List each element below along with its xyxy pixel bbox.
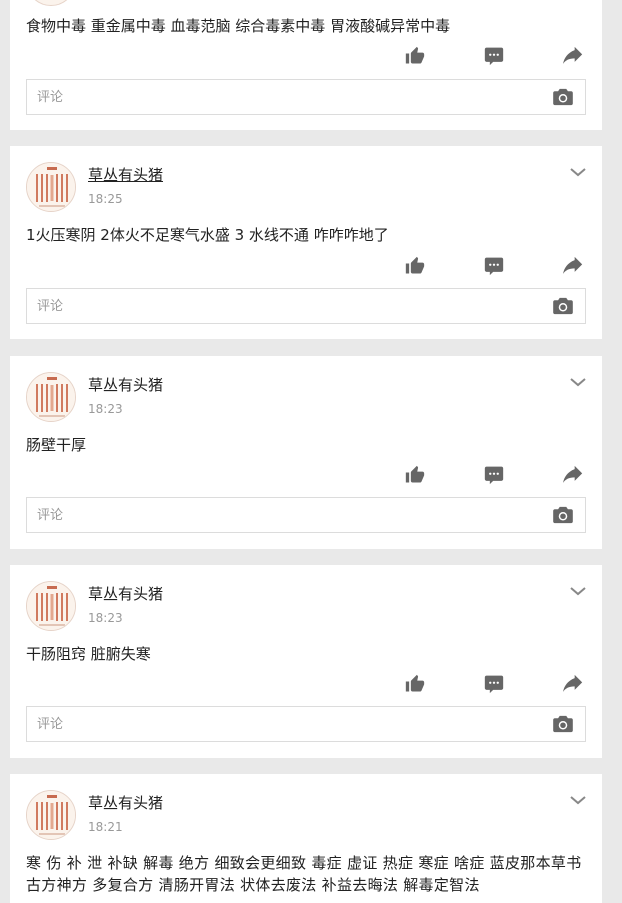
author-name[interactable]: 草丛有头猪 <box>88 375 163 395</box>
comment-button[interactable] <box>481 463 507 487</box>
share-button[interactable] <box>560 672 586 696</box>
like-button[interactable] <box>402 44 428 68</box>
share-button[interactable] <box>560 463 586 487</box>
chevron-down-icon[interactable] <box>568 584 588 598</box>
post-time: 18:21 <box>88 820 123 834</box>
avatar[interactable] <box>26 790 76 840</box>
comment-bubble-icon <box>484 675 504 694</box>
avatar[interactable] <box>26 162 76 212</box>
avatar[interactable] <box>26 0 76 6</box>
thumbs-up-icon <box>405 46 425 64</box>
comment-button[interactable] <box>481 254 507 278</box>
post-card: 草丛有头猪 18:23 干肠阻窍 脏腑失寒 <box>10 565 602 758</box>
author-name[interactable]: 草丛有头猪 <box>88 165 163 185</box>
post-text: 食物中毒 重金属中毒 血毒范脑 综合毒素中毒 胃液酸碱异常中毒 <box>26 17 451 35</box>
post-text: 肠壁干厚 <box>26 436 87 454</box>
like-button[interactable] <box>402 672 428 696</box>
post-time: 18:23 <box>88 402 123 416</box>
post-card: 草丛有头猪 18:25 1火压寒阴 2体火不足寒气水盛 3 水线不通 咋咋咋地了 <box>10 146 602 339</box>
post-time: 18:23 <box>88 611 123 625</box>
post-card: 食物中毒 重金属中毒 血毒范脑 综合毒素中毒 胃液酸碱异常中毒 <box>10 0 602 130</box>
camera-icon[interactable] <box>553 506 573 524</box>
camera-icon[interactable] <box>553 715 573 733</box>
post-card: 草丛有头猪 18:21 寒 伤 补 泄 补缺 解毒 绝方 细致会更细致 毒症 虚… <box>10 774 602 903</box>
comment-button[interactable] <box>481 44 507 68</box>
author-name[interactable]: 草丛有头猪 <box>88 793 163 813</box>
share-button[interactable] <box>560 254 586 278</box>
share-button[interactable] <box>560 44 586 68</box>
chevron-down-icon[interactable] <box>568 375 588 389</box>
share-arrow-icon <box>563 674 583 692</box>
comment-box <box>26 497 586 533</box>
post-feed: 食物中毒 重金属中毒 血毒范脑 综合毒素中毒 胃液酸碱异常中毒 评论 草丛有头猪… <box>0 0 622 903</box>
post-time: 18:25 <box>88 192 123 206</box>
share-arrow-icon <box>563 256 583 274</box>
thumbs-up-icon <box>405 674 425 692</box>
comment-box <box>26 79 586 115</box>
like-button[interactable] <box>402 254 428 278</box>
comment-input[interactable] <box>27 289 527 323</box>
comment-box <box>26 706 586 742</box>
comment-bubble-icon <box>484 466 504 485</box>
comment-input[interactable] <box>27 707 527 741</box>
post-card: 草丛有头猪 18:23 肠壁干厚 <box>10 356 602 549</box>
comment-bubble-icon <box>484 257 504 276</box>
post-text: 寒 伤 补 泄 补缺 解毒 绝方 细致会更细致 毒症 虚证 热症 寒症 啥症 蓝… <box>26 854 582 894</box>
comment-input[interactable] <box>27 80 527 114</box>
avatar[interactable] <box>26 372 76 422</box>
avatar[interactable] <box>26 581 76 631</box>
camera-icon[interactable] <box>553 88 573 106</box>
share-arrow-icon <box>563 46 583 64</box>
share-arrow-icon <box>563 465 583 483</box>
like-button[interactable] <box>402 463 428 487</box>
comment-bubble-icon <box>484 47 504 66</box>
post-text: 干肠阻窍 脏腑失寒 <box>26 645 151 663</box>
author-name[interactable]: 草丛有头猪 <box>88 584 163 604</box>
thumbs-up-icon <box>405 256 425 274</box>
thumbs-up-icon <box>405 465 425 483</box>
camera-icon[interactable] <box>553 297 573 315</box>
comment-input[interactable] <box>27 498 527 532</box>
comment-button[interactable] <box>481 672 507 696</box>
chevron-down-icon[interactable] <box>568 793 588 807</box>
comment-box <box>26 288 586 324</box>
chevron-down-icon[interactable] <box>568 165 588 179</box>
post-text: 1火压寒阴 2体火不足寒气水盛 3 水线不通 咋咋咋地了 <box>26 226 389 244</box>
